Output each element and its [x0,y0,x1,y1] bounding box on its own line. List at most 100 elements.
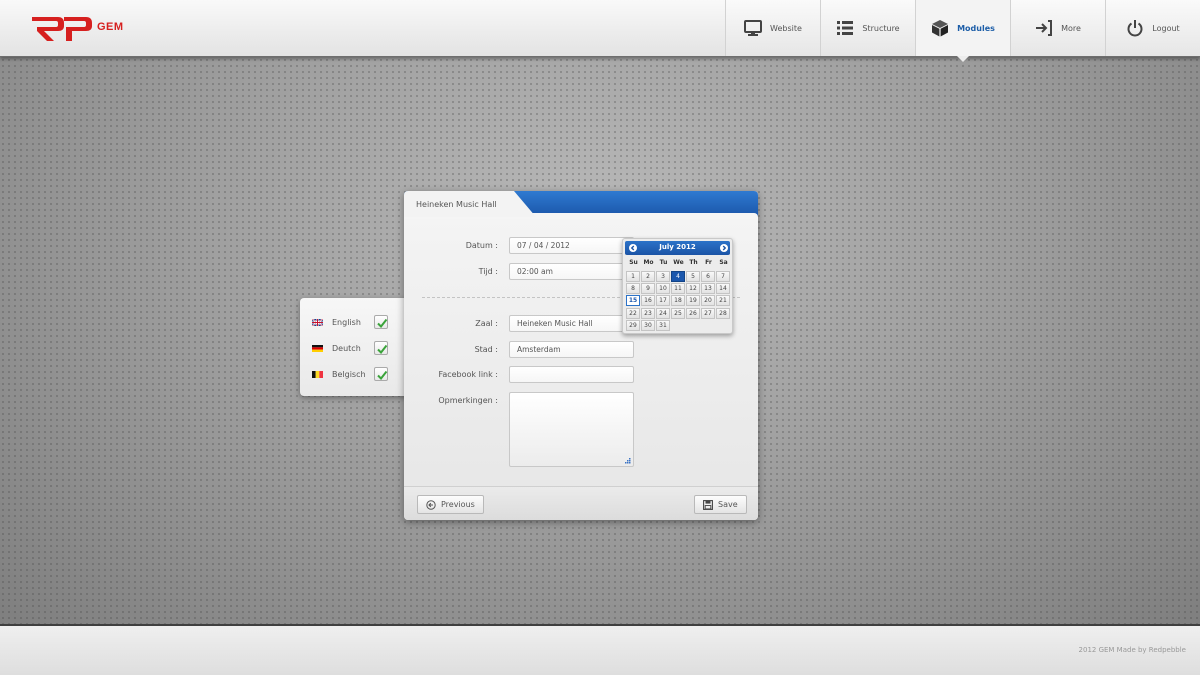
datepicker-day[interactable]: 14 [716,283,730,295]
checkmark-icon [377,318,388,329]
datepicker-day[interactable]: 4 [671,271,685,282]
resize-grip-icon[interactable] [625,458,631,464]
venue-label: Zaal : [475,319,498,328]
facebook-link-field[interactable] [509,366,634,383]
checkmark-icon [377,344,388,355]
nav-label-modules: Modules [957,23,995,33]
nav-item-logout[interactable]: Logout [1105,0,1200,56]
nav-item-more[interactable]: More [1010,0,1105,56]
datepicker-day[interactable]: 22 [626,307,640,319]
footer-credit: 2012 GEM Made by Redpebble [1078,646,1186,654]
checkmark-icon [377,370,388,381]
arrow-left-circle-icon [426,499,436,510]
nav-label-logout: Logout [1152,23,1180,33]
nav-label-structure: Structure [862,23,900,33]
top-bar: GEM Website Structure Modules More Logou… [0,0,1200,62]
language-row-deutch: Deutch [312,340,392,356]
datepicker-day[interactable]: 24 [656,307,670,319]
language-row-english: English [312,314,392,330]
weekday-header: Tu [659,259,668,266]
weekday-header: Su [629,259,638,266]
nav-item-website[interactable]: Website [725,0,820,56]
datepicker-title: July 2012 [659,243,696,251]
datepicker-day[interactable]: 29 [626,319,640,331]
time-field[interactable]: 02:00 am [509,263,634,280]
list-icon [837,21,854,35]
redpebble-logo-icon [32,17,92,41]
language-checkbox-english[interactable] [374,315,388,329]
datepicker-day[interactable]: 2 [641,271,655,282]
datepicker-next-button[interactable] [720,244,728,252]
nav-item-structure[interactable]: Structure [820,0,915,56]
datepicker-header: July 2012 [625,241,730,255]
cube-icon [932,20,949,37]
remarks-textarea[interactable] [509,392,634,467]
datepicker-day[interactable]: 25 [671,307,685,319]
venue-field[interactable]: Heineken Music Hall [509,315,634,332]
card-footer: Previous Save [404,486,758,520]
datepicker-day[interactable]: 11 [671,283,685,295]
belgium-flag-icon [312,370,323,378]
logo[interactable]: GEM [30,14,140,44]
save-button-label: Save [718,500,738,509]
datepicker-day[interactable]: 23 [641,307,655,319]
main-nav: Website Structure Modules More Logout [725,0,1200,62]
tab-title: Heineken Music Hall [416,200,497,209]
datepicker-day[interactable]: 31 [656,319,670,331]
weekday-header: Mo [643,259,654,266]
datepicker-day[interactable]: 17 [656,295,670,307]
datepicker-day[interactable]: 8 [626,283,640,295]
datepicker-day[interactable]: 27 [701,307,715,319]
remarks-label: Opmerkingen : [438,396,498,405]
datepicker-day[interactable]: 20 [701,295,715,307]
monitor-icon [744,20,763,36]
germany-flag-icon [312,344,323,352]
chevron-right-icon [722,245,727,251]
datepicker-day[interactable]: 15 [626,295,640,307]
weekday-header: We [673,259,684,266]
nav-label-website: Website [770,23,802,33]
datepicker-day[interactable]: 1 [626,271,640,282]
language-row-belgisch: Belgisch [312,366,392,382]
date-field[interactable]: 07 / 04 / 2012 [509,237,634,254]
datepicker-day[interactable]: 16 [641,295,655,307]
datepicker-day[interactable]: 18 [671,295,685,307]
previous-button[interactable]: Previous [417,495,484,514]
datepicker-day[interactable]: 21 [716,295,730,307]
logo-text: GEM [97,21,124,33]
city-field[interactable]: Amsterdam [509,341,634,358]
weekday-header: Th [689,259,698,266]
language-label-english: English [332,317,361,327]
datepicker-day[interactable]: 10 [656,283,670,295]
datepicker-day[interactable]: 12 [686,283,700,295]
datepicker-day[interactable]: 13 [701,283,715,295]
weekday-header: Sa [719,259,728,266]
previous-button-label: Previous [441,500,475,509]
datepicker-day[interactable]: 9 [641,283,655,295]
datepicker-day[interactable]: 19 [686,295,700,307]
nav-label-more: More [1061,23,1081,33]
datepicker-day[interactable]: 7 [716,271,730,282]
datepicker-day[interactable]: 28 [716,307,730,319]
datepicker-day[interactable]: 26 [686,307,700,319]
language-label-deutch: Deutch [332,343,361,353]
city-label: Stad : [474,345,498,354]
language-checkbox-deutch[interactable] [374,341,388,355]
power-icon [1127,20,1143,37]
datepicker-day[interactable]: 6 [701,271,715,282]
save-button[interactable]: Save [694,495,747,514]
enter-icon [1036,20,1053,36]
datepicker-day[interactable]: 5 [686,271,700,282]
language-checkbox-belgisch[interactable] [374,367,388,381]
datepicker-day[interactable]: 30 [641,319,655,331]
date-label: Datum : [465,241,498,250]
tab-heineken-music-hall[interactable]: Heineken Music Hall [404,191,536,217]
datepicker-day[interactable]: 3 [656,271,670,282]
weekday-header: Fr [705,259,712,266]
nav-item-modules[interactable]: Modules [915,0,1010,62]
footer: 2012 GEM Made by Redpebble [0,624,1200,675]
language-panel: English Deutch Belgisch [300,298,410,396]
time-label: Tijd : [478,267,498,276]
facebook-link-label: Facebook link : [438,370,498,379]
floppy-disk-icon [703,499,713,510]
